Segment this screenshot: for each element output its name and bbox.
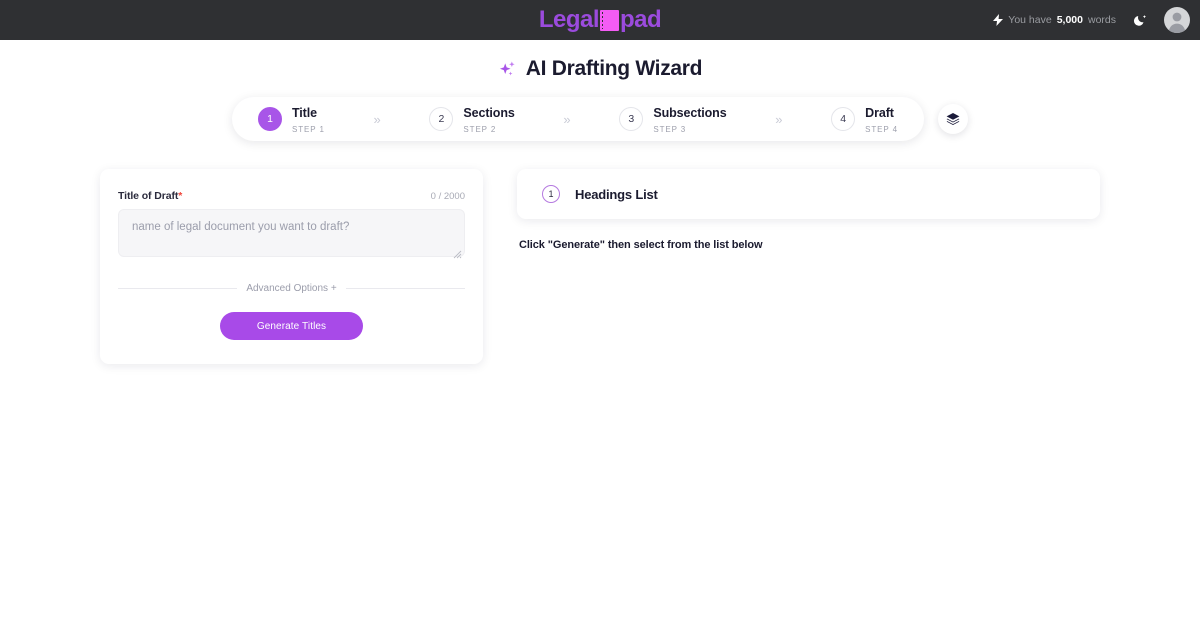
headings-list-card: 1 Headings List	[517, 169, 1100, 219]
step-label-1: Title STEP 1	[292, 104, 325, 134]
main-content: Title of Draft* 0 / 2000 Advanced Option…	[0, 169, 1200, 364]
step-item-title[interactable]: 1 Title STEP 1	[258, 104, 325, 134]
step-label-4: Draft STEP 4	[865, 104, 898, 134]
step-separator-1: »	[373, 111, 381, 127]
theme-toggle-button[interactable]	[1128, 8, 1152, 32]
page-title: AI Drafting Wizard	[0, 57, 1200, 81]
step-sub-2: STEP 2	[463, 124, 497, 134]
step-sub-1: STEP 1	[292, 124, 325, 134]
step-number-3: 3	[619, 106, 644, 131]
step-separator-2: »	[563, 111, 571, 127]
brand-text-left: Legal	[538, 6, 600, 33]
word-balance-prefix: You have	[1008, 14, 1052, 26]
step-sub-4: STEP 4	[865, 124, 898, 134]
word-balance: You have 5,000 words	[993, 14, 1116, 26]
lightning-bolt-icon	[993, 14, 1004, 26]
title-field-label-text: Title of Draft	[118, 190, 179, 202]
step-number-1: 1	[258, 106, 282, 131]
user-avatar-icon	[1168, 12, 1186, 33]
step-name-2: Sections	[463, 106, 515, 121]
step-label-2: Sections STEP 2	[463, 104, 514, 134]
step-sub-3: STEP 3	[653, 124, 687, 134]
step-name-4: Draft	[865, 106, 894, 121]
sparkles-icon	[499, 61, 515, 75]
required-asterisk: *	[178, 190, 183, 202]
title-of-draft-input[interactable]	[118, 209, 465, 257]
layers-button[interactable]	[938, 104, 968, 134]
step-number-2: 2	[429, 106, 454, 131]
step-item-subsections[interactable]: 3 Subsections STEP 3	[619, 104, 727, 134]
headings-hint-text: Click "Generate" then select from the li…	[519, 239, 763, 251]
textarea-wrapper	[118, 209, 465, 262]
step-item-draft[interactable]: 4 Draft STEP 4	[831, 104, 898, 134]
wizard-stepper: 1 Title STEP 1 » 2 Sections STEP 2 » 3 S…	[232, 97, 924, 141]
divider-right	[345, 288, 465, 289]
headings-panel: 1 Headings List Click "Generate" then se…	[517, 169, 1100, 251]
step-separator-3: »	[775, 111, 783, 127]
brand-text-right: pad	[620, 6, 662, 33]
word-balance-count: 5,000	[1056, 14, 1083, 26]
top-bar: Legal pad You have 5,000 words	[0, 0, 1200, 40]
step-name-3: Subsections	[653, 106, 727, 121]
field-header: Title of Draft* 0 / 2000	[118, 190, 465, 202]
character-counter: 0 / 2000	[430, 190, 465, 202]
title-field-label: Title of Draft*	[118, 190, 182, 202]
divider-left	[118, 288, 238, 289]
step-number-4: 4	[831, 106, 856, 131]
step-name-1: Title	[292, 106, 317, 121]
topbar-right-group: You have 5,000 words	[993, 0, 1190, 40]
title-form-card: Title of Draft* 0 / 2000 Advanced Option…	[100, 169, 483, 364]
step-item-sections[interactable]: 2 Sections STEP 2	[429, 104, 515, 134]
headings-badge: 1	[542, 185, 560, 203]
page-title-text: AI Drafting Wizard	[525, 57, 703, 80]
advanced-options-toggle[interactable]: Advanced Options +	[246, 283, 336, 294]
moon-icon	[1133, 14, 1146, 26]
notepad-icon	[600, 9, 619, 31]
word-balance-suffix: words	[1087, 14, 1116, 26]
advanced-options-row: Advanced Options +	[118, 283, 465, 294]
stepper-row: 1 Title STEP 1 » 2 Sections STEP 2 » 3 S…	[0, 97, 1200, 141]
step-label-3: Subsections STEP 3	[653, 104, 726, 134]
avatar[interactable]	[1164, 7, 1190, 33]
headings-list-title: Headings List	[575, 186, 658, 202]
generate-titles-button[interactable]: Generate Titles	[220, 312, 363, 340]
layers-icon	[946, 112, 960, 126]
brand-logo[interactable]: Legal pad	[538, 6, 662, 33]
